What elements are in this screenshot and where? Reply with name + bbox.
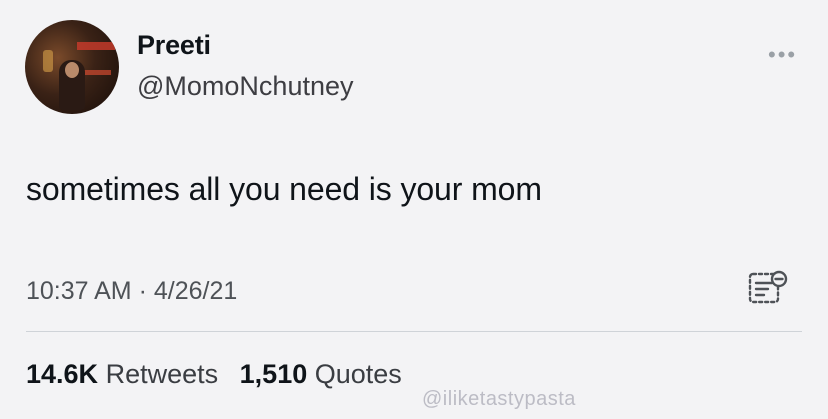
display-name[interactable]: Preeti: [137, 30, 211, 61]
analytics-icon[interactable]: [746, 268, 790, 308]
watermark: @iliketastypasta: [422, 388, 576, 410]
user-handle[interactable]: @MomoNchutney: [137, 71, 354, 102]
retweets-count: 14.6K: [26, 359, 99, 389]
avatar-lamp: [43, 50, 53, 72]
quotes-stat[interactable]: 1,510 Quotes: [240, 359, 402, 389]
quotes-count: 1,510: [239, 359, 308, 389]
avatar-neon-sign: [77, 42, 115, 50]
tweet-text: sometimes all you need is your mom: [26, 171, 542, 207]
retweets-label: Retweets: [105, 359, 219, 389]
quotes-label: Quotes: [314, 359, 402, 389]
avatar-face: [65, 62, 79, 78]
retweets-stat[interactable]: 14.6K Retweets: [26, 359, 218, 389]
tweet-timestamp[interactable]: 10:37 AM · 4/26/21: [26, 277, 237, 306]
avatar[interactable]: [25, 20, 119, 114]
more-options-icon[interactable]: •••: [768, 44, 797, 66]
avatar-neon-sign-small: [83, 70, 111, 75]
tweet-stats: 14.6K Retweets 1,510 Quotes: [26, 359, 416, 390]
divider: [26, 331, 802, 332]
